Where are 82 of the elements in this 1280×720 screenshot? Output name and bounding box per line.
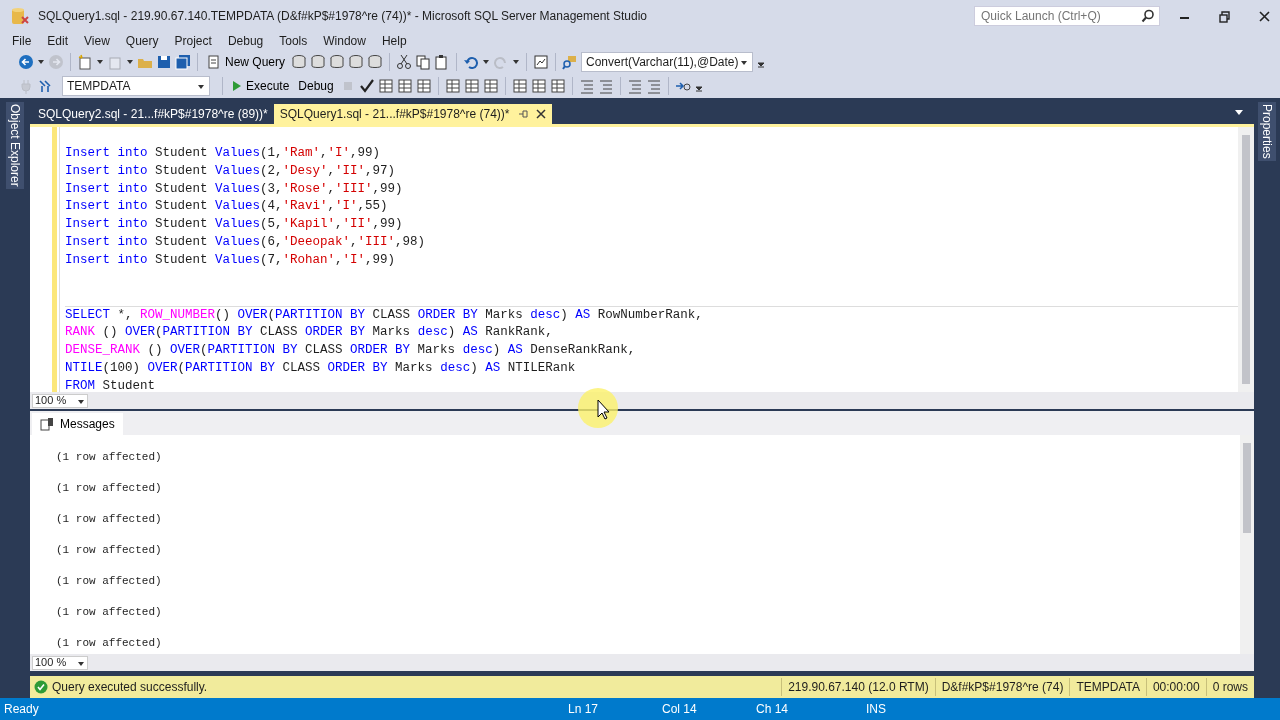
database-query-icon[interactable] (348, 54, 365, 70)
window-title: SQLQuery1.sql - 219.90.67.140.TEMPDATA (D&f#kP$#1978^re (74))* - Microsoft SQL Server Management Studio (38, 8, 648, 25)
grid-icon[interactable] (511, 78, 528, 94)
grid-icon[interactable] (463, 78, 480, 94)
menu-item[interactable]: Tools (271, 32, 316, 50)
zoom-combo[interactable]: 100 % (32, 655, 88, 670)
object-explorer-tab[interactable]: Object Explorer (6, 102, 24, 189)
message-line: (1 row affected) (56, 574, 163, 589)
code-line: Insert into Student Values(4,'Ravi','I',55) (65, 198, 389, 216)
code-line: NTILE(100) OVER(PARTITION BY CLASS ORDER BY Marks desc) AS NTILERank (65, 359, 577, 377)
messages-icon (40, 417, 54, 431)
menu-item[interactable]: Window (315, 32, 374, 50)
code-line: Insert into Student Values(6,'Deeopak','III',98) (65, 234, 427, 251)
check-icon[interactable] (358, 78, 375, 94)
status-text: 219.90.67.140 (12.0 RTM) (781, 678, 935, 696)
execute-button[interactable]: Execute (229, 77, 293, 95)
play-icon (232, 80, 242, 92)
document-tab[interactable]: SQLQuery1.sql - 21...f#kP$#1978^re (74))* (273, 104, 552, 124)
message-line: (1 row affected) (56, 450, 163, 465)
code-line: SELECT *, ROW_NUMBER() OVER(PARTITION BY CLASS ORDER BY Marks desc) AS RowNumberRank, (65, 306, 704, 324)
message-line: (1 row affected) (56, 481, 163, 496)
database-query-icon[interactable] (291, 54, 308, 70)
save-all-icon[interactable] (175, 54, 191, 70)
database-query-icon[interactable] (310, 54, 327, 70)
zoom-combo[interactable]: 100 % (32, 393, 88, 408)
scrollbar[interactable] (1240, 435, 1254, 654)
document-tab[interactable]: SQLQuery2.sql - 21...f#kP$#1978^re (89))* (32, 104, 274, 124)
database-query-icon[interactable] (329, 54, 346, 70)
close-icon[interactable] (535, 109, 546, 119)
code-line: Insert into Student Values(5,'Kapil','II',99) (65, 216, 404, 234)
find-icon[interactable] (562, 54, 579, 70)
code-line: Insert into Student Values(3,'Rose','III',99) (65, 180, 404, 198)
menu-item[interactable]: File (4, 32, 40, 50)
message-line: (1 row affected) (56, 543, 163, 558)
message-line: (1 row affected) (56, 605, 163, 620)
menu-item[interactable]: Query (117, 32, 167, 50)
code-line: DENSE_RANK () OVER(PARTITION BY CLASS ORDER BY Marks desc) AS DenseRankRank, (65, 342, 637, 360)
back-icon[interactable] (18, 54, 34, 70)
properties-tab[interactable]: Properties (1258, 102, 1276, 161)
app-logo-icon (10, 6, 30, 26)
status-text: Ready (3, 701, 40, 718)
results-tab[interactable]: Messages (32, 413, 123, 435)
code-line: Insert into Student Values(2,'Desy','II',97) (65, 162, 397, 180)
code-line: FROM Student (65, 377, 157, 395)
menu-item[interactable]: Edit (39, 32, 77, 50)
grid-icon[interactable] (377, 78, 394, 94)
database-combo[interactable]: TEMPDATA (62, 76, 210, 96)
new-query-button[interactable]: New Query (204, 53, 289, 71)
status-text: Col 14 (662, 701, 698, 718)
status-text: TEMPDATA (1069, 678, 1146, 696)
message-line: (1 row affected) (56, 512, 163, 527)
debug-button[interactable]: Debug (295, 77, 337, 95)
status-text: Ch 14 (756, 701, 790, 718)
menu-item[interactable]: View (76, 32, 118, 50)
search-icon (1141, 9, 1155, 23)
message-line: (1 row affected) (56, 636, 163, 651)
code-line: Insert into Student Values(7,'Rohan','I',99) (65, 251, 397, 269)
status-text: INS (866, 701, 887, 718)
grid-icon[interactable] (530, 78, 547, 94)
menu-item[interactable]: Project (166, 32, 220, 50)
find-combo[interactable]: Convert(Varchar(11),@Date) (581, 52, 754, 72)
status-text: D&f#kP$#1978^re (74) (934, 678, 1070, 696)
menu-item[interactable]: Help (373, 32, 415, 50)
scrollbar[interactable] (1238, 127, 1254, 392)
grid-icon[interactable] (444, 78, 461, 94)
code-line: RANK () OVER(PARTITION BY CLASS ORDER BY Marks desc) AS RankRank, (65, 324, 554, 342)
dropdown-icon[interactable] (1234, 108, 1244, 116)
menu-item[interactable]: Debug (219, 32, 272, 50)
save-icon[interactable] (156, 54, 172, 70)
copy-icon[interactable] (415, 54, 432, 70)
undo-icon[interactable] (463, 54, 480, 70)
status-message: Query executed successfully. (52, 679, 208, 696)
pin-icon[interactable] (517, 109, 528, 119)
status-text: Ln 17 (568, 701, 600, 718)
cut-icon[interactable] (396, 54, 413, 70)
code-line: Insert into Student Values(1,'Ram','I',99) (65, 145, 382, 162)
window-icon[interactable] (533, 54, 550, 70)
restore-button[interactable] (1216, 9, 1232, 25)
quick-launch-field[interactable]: Quick Launch (Ctrl+Q) (974, 6, 1160, 26)
success-icon (34, 680, 48, 694)
database-query-icon[interactable] (367, 54, 384, 70)
status-text: 00:00:00 (1145, 678, 1206, 696)
